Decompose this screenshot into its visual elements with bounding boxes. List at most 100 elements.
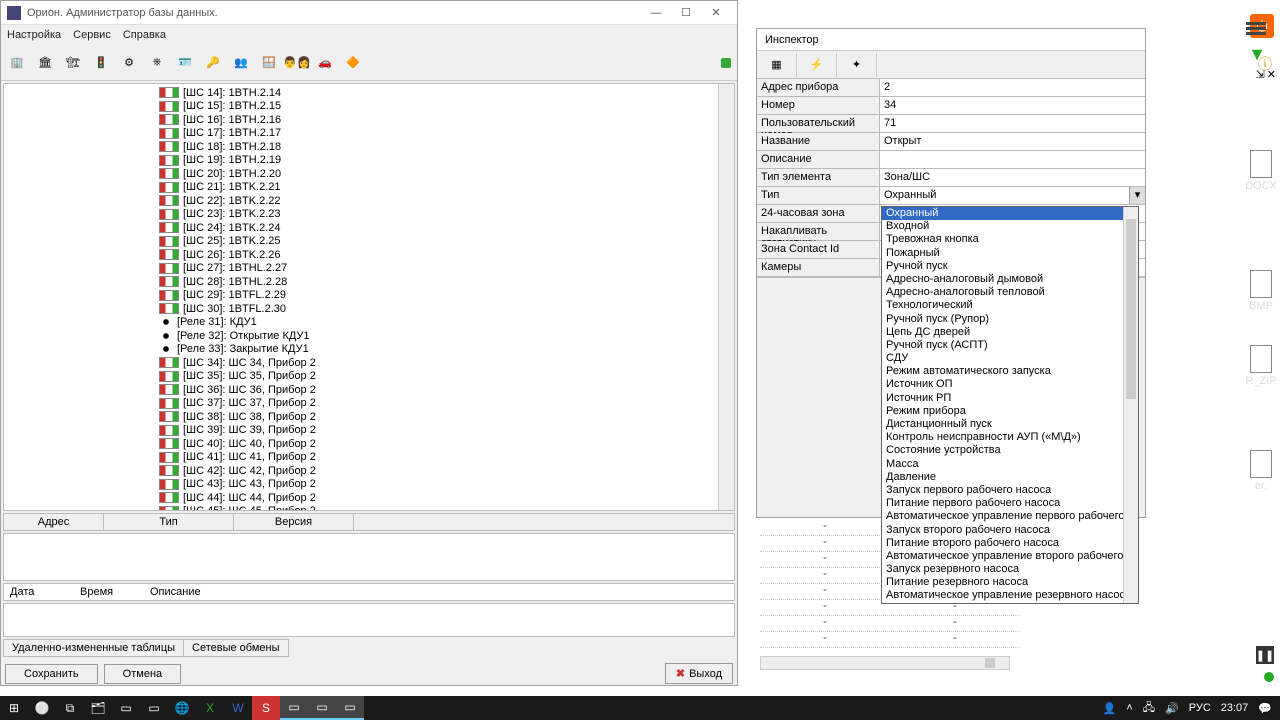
prop-value[interactable]: Охранный▾ — [880, 187, 1145, 204]
tab-remote-tables[interactable]: Удаленно-измененные таблицы — [3, 639, 184, 657]
dropdown-option[interactable]: Запуск первого рабочего насоса — [882, 484, 1138, 497]
menu-settings[interactable]: Настройка — [7, 29, 61, 41]
dropdown-option[interactable]: Давление — [882, 471, 1138, 484]
dropdown-option[interactable]: СДУ — [882, 352, 1138, 365]
close-button[interactable]: ✕ — [701, 3, 731, 23]
app2-icon[interactable]: ▭ — [140, 696, 168, 720]
type-dropdown-list[interactable]: ОхранныйВходнойТревожная кнопкаПожарныйР… — [881, 206, 1139, 604]
tree-item[interactable]: [ШС 20]: 1BTH.2.20 — [159, 167, 734, 181]
tree-item[interactable]: [ШС 16]: 1BTH.2.16 — [159, 113, 734, 127]
tb-building-3-icon[interactable]: 🏗 — [61, 51, 85, 75]
dropdown-option[interactable]: Цепь ДС дверей — [882, 326, 1138, 339]
dropdown-option[interactable]: Автоматическое управление резервного нас… — [882, 589, 1138, 602]
prop-value[interactable]: Зона/ШС — [880, 169, 1145, 186]
tree-item[interactable]: [ШС 37]: ШС 37, Прибор 2 — [159, 397, 734, 411]
tb-shape-icon[interactable]: 🔶 — [341, 51, 365, 75]
tree-item[interactable]: [ШС 36]: ШС 36, Прибор 2 — [159, 383, 734, 397]
exit-button[interactable]: ✖ Выход — [665, 663, 733, 684]
tree-item[interactable]: [ШС 22]: 1BTK.2.22 — [159, 194, 734, 208]
dropdown-option[interactable]: Ручной пуск (Рупор) — [882, 313, 1138, 326]
browser-icon[interactable]: 🌐 — [168, 696, 196, 720]
tree-item[interactable]: [ШС 28]: 1BTHL.2.28 — [159, 275, 734, 289]
tree-item[interactable]: [ШС 29]: 1BTFL.2.29 — [159, 289, 734, 303]
combo-toggle-icon[interactable]: ▾ — [1129, 187, 1145, 204]
insp-tab-props-icon[interactable]: ▦ — [757, 53, 797, 77]
prop-value[interactable] — [880, 151, 1145, 168]
start-button[interactable]: ⊞ — [0, 696, 28, 720]
bg-hscrollbar[interactable] — [760, 656, 1010, 670]
red-app-icon[interactable]: S — [252, 696, 280, 720]
dropdown-option[interactable]: Источник РП — [882, 392, 1138, 405]
minimize-button[interactable]: — — [641, 3, 671, 23]
dropdown-option[interactable]: Адресно-аналоговый дымовой — [882, 273, 1138, 286]
tb-window-icon[interactable]: 🪟 — [257, 51, 281, 75]
tb-key-icon[interactable]: 🔑 — [201, 51, 225, 75]
tree-item[interactable]: [ШС 40]: ШС 40, Прибор 2 — [159, 437, 734, 451]
prop-value[interactable]: 2 — [880, 79, 1145, 96]
tb-building-2-icon[interactable]: 🏛 — [33, 51, 57, 75]
cancel-button[interactable]: Отмена — [104, 664, 181, 684]
tree-item[interactable]: [ШС 23]: 1BTK.2.23 — [159, 208, 734, 222]
save-button[interactable]: Сохранить — [5, 664, 98, 684]
tree-item[interactable]: [ШС 18]: 1BTH.2.18 — [159, 140, 734, 154]
tb-card-icon[interactable]: 🪪 — [173, 51, 197, 75]
tree-item[interactable]: [ШС 39]: ШС 39, Прибор 2 — [159, 424, 734, 438]
dropdown-option[interactable]: Ручной пуск (АСПТ) — [882, 339, 1138, 352]
tree-item[interactable]: [Реле 31]: КДУ1 — [159, 316, 734, 330]
prop-value[interactable]: 34 — [880, 97, 1145, 114]
dropdown-option[interactable]: Адресно-аналоговый тепловой — [882, 286, 1138, 299]
search-icon[interactable]: ⚪ — [28, 696, 56, 720]
tree-item[interactable]: [ШС 19]: 1BTH.2.19 — [159, 154, 734, 168]
explorer-icon[interactable]: 🗂 — [84, 696, 112, 720]
tray-notif-icon[interactable]: 💬 — [1258, 702, 1272, 715]
prop-value[interactable]: Открыт — [880, 133, 1145, 150]
dropdown-option[interactable]: Питание резервного насоса — [882, 576, 1138, 589]
tb-wheel-icon[interactable]: ⎈ — [145, 51, 169, 75]
tree-item[interactable]: [ШС 17]: 1BTH.2.17 — [159, 127, 734, 141]
tb-signpost-icon[interactable]: 🚦 — [89, 51, 113, 75]
tray-time[interactable]: 23:07 — [1221, 702, 1249, 714]
tb-building-1-icon[interactable]: 🏢 — [5, 51, 29, 75]
tree-item[interactable]: [ШС 14]: 1BTH.2.14 — [159, 86, 734, 100]
taskview-icon[interactable]: ⧉ — [56, 696, 84, 720]
log-col-desc[interactable]: Описание — [144, 584, 207, 600]
excel-icon[interactable]: X — [196, 696, 224, 720]
dropdown-option[interactable]: Питание первого рабочего насоса — [882, 497, 1138, 510]
menu-service[interactable]: Сервис — [73, 29, 111, 41]
dropdown-option[interactable]: Источник ОП — [882, 378, 1138, 391]
dropdown-scrollbar[interactable] — [1123, 207, 1138, 603]
tab-network[interactable]: Сетевые обмены — [183, 639, 289, 657]
tray-vol-icon[interactable]: 🔊 — [1165, 702, 1179, 715]
dropdown-option[interactable]: Контроль неисправности АУП («М\Д») — [882, 431, 1138, 444]
tb-users-icon[interactable]: 👥 — [229, 51, 253, 75]
log-col-date[interactable]: Дата — [4, 584, 74, 600]
tree-item[interactable]: [ШС 38]: ШС 38, Прибор 2 — [159, 410, 734, 424]
dropdown-option[interactable]: Охранный — [882, 207, 1138, 220]
dropdown-option[interactable]: Технологический — [882, 299, 1138, 312]
word-icon[interactable]: W — [224, 696, 252, 720]
tree-item[interactable]: [ШС 34]: ШС 34, Прибор 2 — [159, 356, 734, 370]
col-type[interactable]: Тип — [104, 514, 234, 530]
tree-item[interactable]: [ШС 27]: 1BTHL.2.27 — [159, 262, 734, 276]
tb-processor-icon[interactable]: ⚙ — [117, 51, 141, 75]
tree-item[interactable]: [ШС 26]: 1BTK.2.26 — [159, 248, 734, 262]
insp-tab-extra-icon[interactable]: ✦ — [837, 53, 877, 77]
tree-item[interactable]: [ШС 15]: 1BTH.2.15 — [159, 100, 734, 114]
tree-item[interactable]: [ШС 35]: ШС 35, Прибор 2 — [159, 370, 734, 384]
app1-icon[interactable]: ▭ — [112, 696, 140, 720]
titlebar[interactable]: Орион. Администратор базы данных. — ☐ ✕ — [1, 1, 737, 25]
maximize-button[interactable]: ☐ — [671, 3, 701, 23]
tray-net-icon[interactable]: 🖧 — [1143, 699, 1155, 718]
orion-app3-icon[interactable]: ▭ — [336, 696, 364, 720]
dropdown-option[interactable]: Масса — [882, 458, 1138, 471]
col-version[interactable]: Версия — [234, 514, 354, 530]
tray-up-icon[interactable]: ˄ — [1126, 702, 1132, 714]
tree-item[interactable]: [Реле 32]: Открытие КДУ1 — [159, 329, 734, 343]
tree-item[interactable]: [Реле 33]: Закрытие КДУ1 — [159, 343, 734, 357]
orion-app-icon[interactable]: ▭ — [280, 696, 308, 720]
tree-scrollbar[interactable] — [718, 84, 734, 510]
prop-value[interactable]: 71 — [880, 115, 1145, 132]
tray-min-icon[interactable] — [1246, 22, 1266, 35]
pause-icon[interactable]: ❚❚ — [1256, 646, 1274, 664]
tree-item[interactable]: [ШС 21]: 1BTK.2.21 — [159, 181, 734, 195]
